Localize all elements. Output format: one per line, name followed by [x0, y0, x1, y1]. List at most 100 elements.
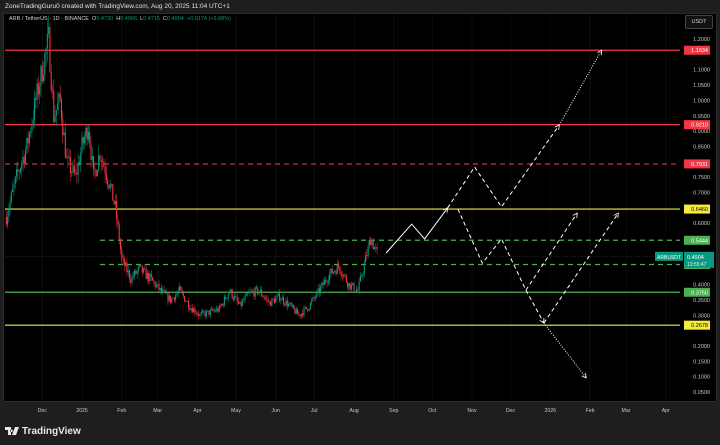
candle-body — [73, 165, 75, 173]
candle-body — [154, 281, 156, 288]
candle-body — [296, 308, 299, 315]
price-tick: 0.8500 — [693, 144, 710, 150]
candle-body — [40, 65, 42, 87]
candle-body — [194, 308, 196, 314]
candle-body — [117, 219, 119, 225]
currency-button[interactable]: USDT — [685, 15, 713, 29]
symbol-label[interactable]: ARB / TetherUS · 1D · BINANCE — [9, 16, 89, 22]
candle-body — [336, 263, 338, 274]
price-tick: 0.0500 — [693, 390, 710, 396]
tradingview-logo[interactable]: TradingView — [5, 426, 81, 437]
candle-body — [96, 170, 98, 177]
candle-body — [243, 300, 245, 302]
price-tick: 0.4000 — [693, 283, 710, 289]
candle-body — [376, 247, 378, 250]
candle-body — [137, 267, 140, 271]
arrow-head-icon — [554, 124, 560, 130]
candle-body — [371, 241, 373, 246]
candle-body — [220, 305, 222, 307]
projection-path — [457, 208, 545, 324]
candle-body — [246, 293, 249, 294]
candle-body — [31, 123, 33, 132]
price-tag-label: 0.9210 — [691, 123, 708, 129]
candle-body — [158, 283, 160, 291]
time-tick: 2026 — [545, 408, 557, 414]
candle-body — [228, 291, 231, 295]
candle-body — [216, 308, 218, 312]
candle-body — [222, 303, 224, 306]
candle-body — [166, 292, 168, 294]
candle-body — [235, 296, 237, 298]
projection-path — [543, 212, 619, 324]
candle-body — [18, 171, 20, 173]
candle-body — [356, 289, 358, 292]
candle-body — [14, 176, 16, 184]
candle-body — [232, 297, 234, 300]
candle-body — [366, 254, 368, 256]
candle-body — [270, 301, 272, 307]
candle-body — [275, 298, 277, 304]
candle-body — [279, 293, 281, 301]
candle-body — [266, 298, 268, 299]
candle-body — [195, 313, 197, 314]
candle-body — [305, 306, 308, 309]
candle-body — [112, 184, 114, 201]
candle-body — [178, 286, 181, 292]
candle-body — [114, 201, 116, 205]
price-tag-label: 0.2678 — [691, 323, 708, 329]
candle-body — [36, 83, 38, 101]
candle-body — [119, 241, 122, 250]
candle-body — [282, 297, 284, 304]
candle-body — [255, 287, 258, 289]
price-tick: 0.7500 — [693, 175, 710, 181]
candle-body — [77, 162, 79, 175]
candle-body — [85, 127, 87, 138]
candle-body — [208, 310, 210, 315]
time-tick: Dec — [38, 408, 48, 414]
projection-path — [447, 124, 560, 209]
candle-body — [244, 296, 246, 301]
candle-body — [230, 289, 232, 292]
candle-body — [116, 201, 118, 220]
candle-body — [87, 131, 89, 140]
candle-body — [299, 314, 301, 317]
candle-body — [280, 299, 282, 301]
price-tag-label: 0.6460 — [691, 207, 708, 213]
candle-body — [113, 200, 115, 205]
candle-body — [132, 275, 134, 277]
candle-body — [62, 119, 64, 136]
candle-body — [105, 174, 107, 180]
candle-body — [267, 298, 269, 302]
candle-body — [9, 201, 11, 210]
candle-body — [167, 292, 169, 302]
candle-body — [340, 272, 342, 276]
candle-body — [191, 308, 193, 313]
candle-body — [44, 53, 46, 76]
candle-body — [55, 109, 57, 116]
candle-body — [134, 270, 136, 277]
candle-body — [80, 152, 82, 165]
price-tick: 0.6000 — [693, 221, 710, 227]
candle-body — [100, 160, 102, 162]
candle-body — [164, 290, 166, 294]
candle-body — [302, 313, 304, 316]
candle-body — [207, 310, 209, 312]
candle-body — [303, 307, 305, 316]
candle-body — [94, 168, 96, 171]
candle-body — [259, 289, 261, 292]
tradingview-logo-icon — [5, 427, 19, 435]
candle-body — [136, 270, 138, 274]
candle-body — [354, 291, 356, 292]
candle-body — [372, 241, 374, 250]
price-tick: 0.1500 — [693, 359, 710, 365]
candle-body — [8, 209, 10, 217]
candle-body — [209, 309, 211, 315]
price-chart[interactable]: 1.2000 1.1000 1.0500 1.0000 0.9500 0.9000 0.85… — [0, 0, 720, 445]
time-tick: Sep — [389, 408, 398, 414]
candle-body — [361, 275, 363, 277]
price-tag-label: 1.1634 — [691, 48, 708, 54]
candle-body — [48, 26, 50, 34]
time-tick: Mar — [153, 408, 162, 414]
price-tick: 0.3000 — [693, 313, 710, 319]
candle-body — [214, 310, 216, 312]
